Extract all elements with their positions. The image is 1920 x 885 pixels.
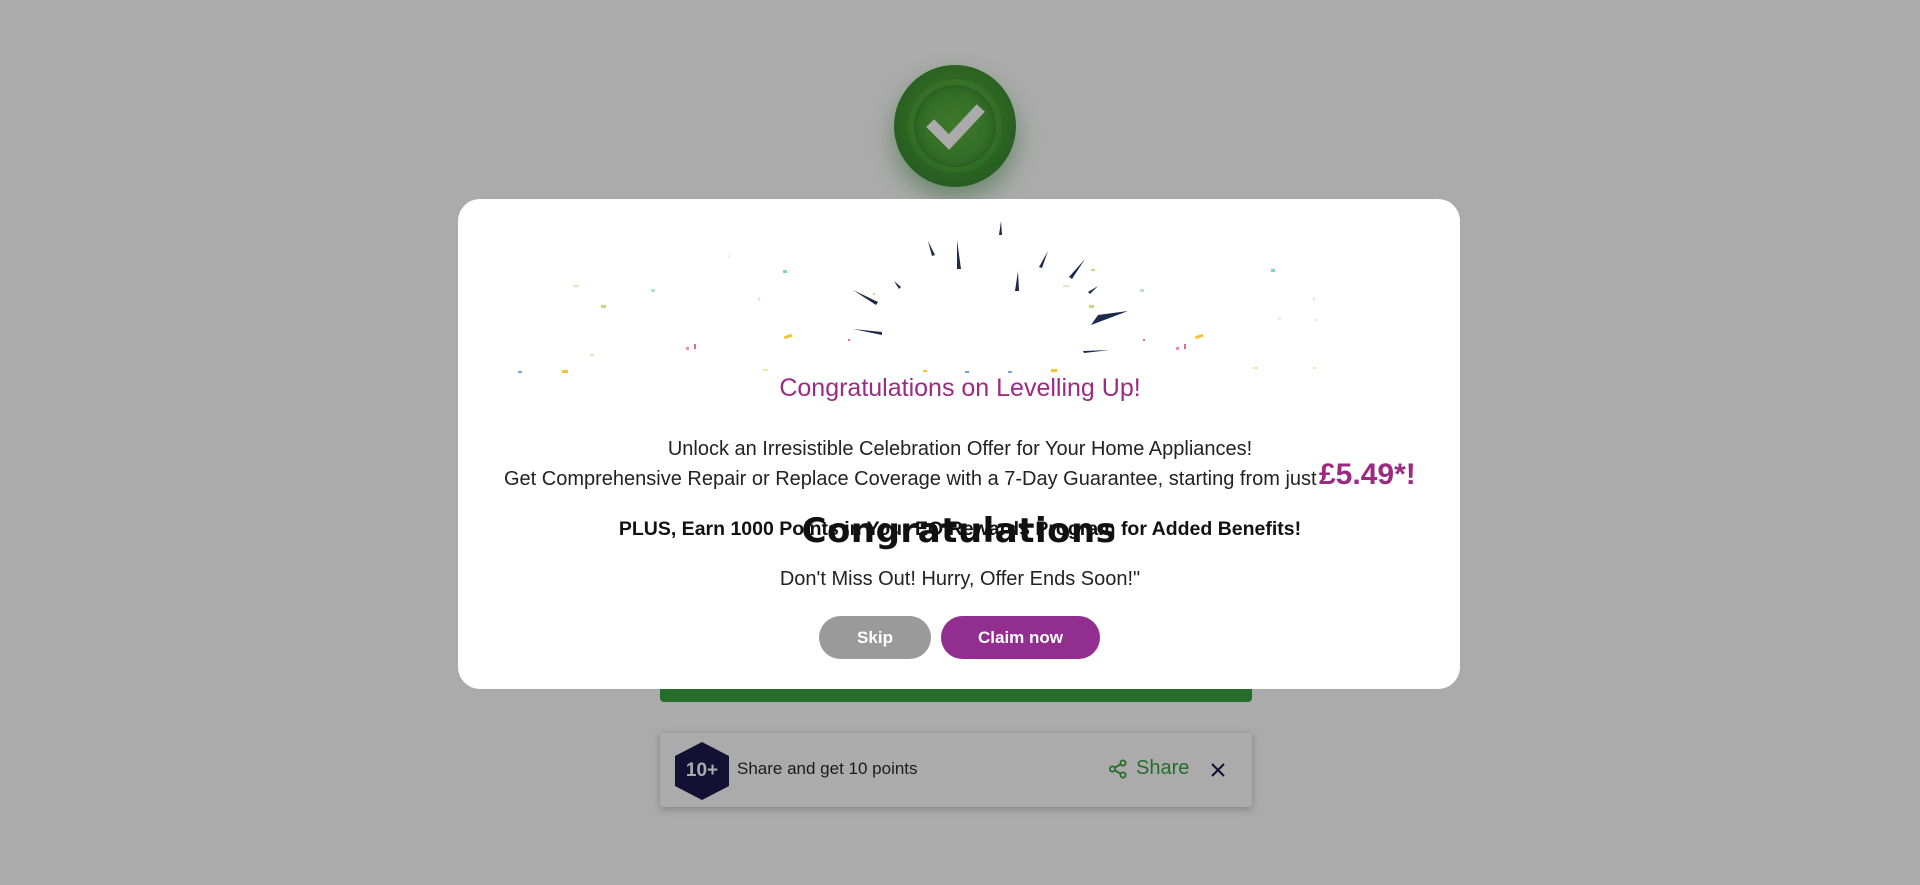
- offer-headline: Unlock an Irresistible Celebration Offer…: [667, 438, 1253, 460]
- offer-details: Get Comprehensive Repair or Replace Cove…: [504, 468, 1317, 490]
- modal-subtitle: Congratulations on Levelling Up!: [779, 374, 1141, 402]
- offer-price: £5.49*!: [1319, 458, 1416, 491]
- rewards-bonus-text: PLUS, Earn 1000 Points in Your EO Reward…: [618, 518, 1302, 540]
- claim-now-button[interactable]: Claim now: [941, 616, 1100, 659]
- skip-button[interactable]: Skip: [819, 616, 931, 659]
- urgency-text: Don't Miss Out! Hurry, Offer Ends Soon!": [779, 568, 1141, 590]
